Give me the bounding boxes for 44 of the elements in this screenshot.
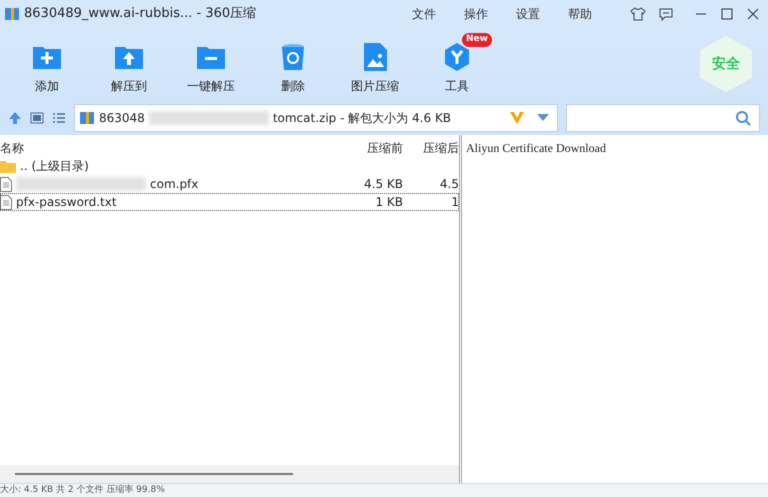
preview-text: Aliyun Certificate Download xyxy=(466,141,606,155)
window-title: 8630489_www.ai-rubbis... - 360压缩 xyxy=(24,5,256,24)
search-field[interactable] xyxy=(566,104,760,132)
toolbar-button[interactable]: 添加 xyxy=(6,33,88,95)
toolbar-button[interactable]: 删除 xyxy=(252,33,334,95)
menu-item[interactable]: 操作 xyxy=(464,5,488,23)
toolbar-button[interactable]: 一键解压 xyxy=(170,33,252,95)
up-arrow-icon[interactable] xyxy=(8,110,22,124)
v-logo-icon xyxy=(509,110,525,124)
file-icon xyxy=(0,176,12,192)
path-text: tomcat.zip - 解包大小为 4.6 KB xyxy=(272,110,452,126)
close-icon[interactable] xyxy=(746,7,760,21)
file-name[interactable]: pfx-password.txt xyxy=(16,193,117,211)
size-text: 1 KB xyxy=(375,195,403,209)
size-text: 4.5 KB xyxy=(364,177,403,191)
column-header[interactable]: 压缩前 xyxy=(367,141,403,155)
dropdown-caret-icon[interactable] xyxy=(537,114,549,122)
status-bar: 大小: 4.5 KB 共 2 个文件 压缩率 99.8% xyxy=(0,483,768,497)
chat-icon[interactable] xyxy=(658,6,674,22)
file-icon xyxy=(0,194,12,210)
toolbar-button[interactable]: 解压到 xyxy=(88,33,170,95)
column-header[interactable]: 名称 xyxy=(0,141,24,155)
maximize-icon[interactable] xyxy=(720,7,734,21)
toolbar-button[interactable]: New 工具 xyxy=(416,33,498,95)
archive-icon xyxy=(4,6,20,22)
horizontal-scrollbar[interactable] xyxy=(0,465,459,483)
size-text: 1 xyxy=(451,195,459,209)
menu-item[interactable]: 文件 xyxy=(412,5,436,23)
file-name[interactable]: .. (上级目录) xyxy=(20,157,89,175)
path-text: 863048 xyxy=(99,110,145,126)
archive-icon xyxy=(79,110,95,126)
size-text: 4.5 xyxy=(440,177,459,191)
file-name[interactable]: com.pfx xyxy=(150,175,198,193)
menu-item[interactable]: 设置 xyxy=(516,5,540,23)
folder-icon xyxy=(0,160,16,172)
menu-item[interactable]: 帮助 xyxy=(568,5,592,23)
shirt-icon[interactable] xyxy=(630,6,646,22)
detail-view-icon[interactable] xyxy=(30,110,44,124)
toolbar-button[interactable]: 图片压缩 xyxy=(334,33,416,95)
list-view-icon[interactable] xyxy=(52,110,66,124)
address-bar[interactable]: 863048 tomcat.zip - 解包大小为 4.6 KB xyxy=(74,104,558,132)
column-header[interactable]: 压缩后 xyxy=(423,141,459,155)
search-icon xyxy=(735,110,751,126)
new-badge: New xyxy=(462,33,492,46)
